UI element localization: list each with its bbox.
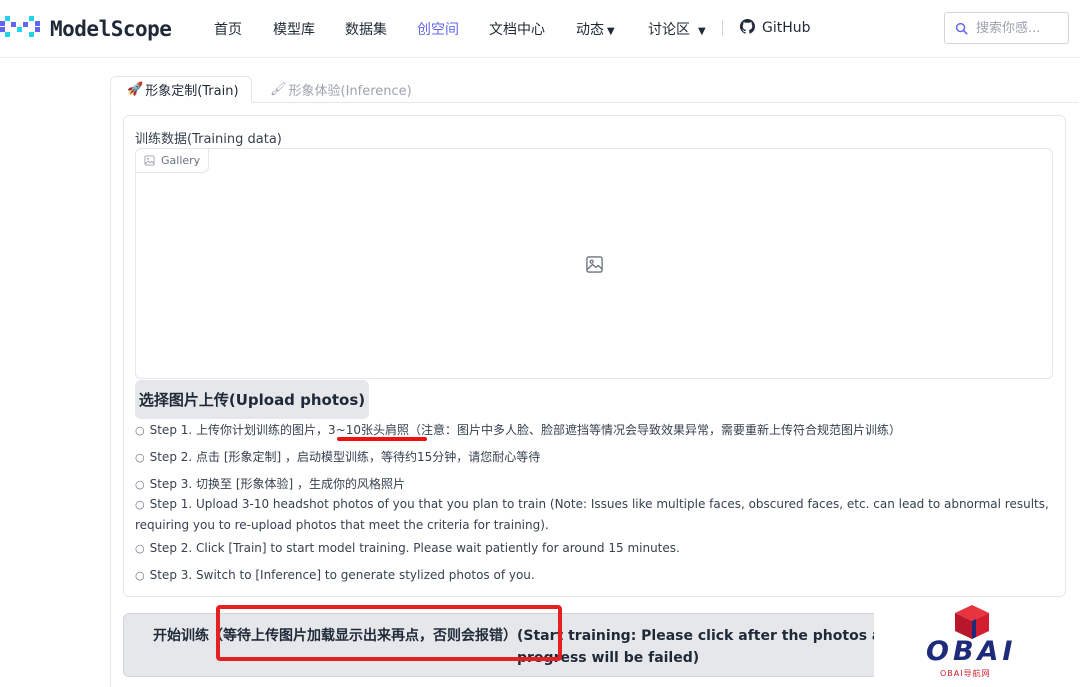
step-cn-1-after: （注意：图片中多人脸、脸部遮挡等情况会导致效果异常，需要重新上传符合规范图片训练… [408,423,901,437]
annotation-underline [337,437,427,441]
search-box[interactable] [944,12,1069,44]
paintbrush-icon: 🖌 [270,82,287,97]
step-cn-1: ○ Step 1. 上传你计划训练的图片，3~10张头肩照（注意：图片中多人脸、脸… [135,421,901,438]
search-icon [955,22,968,34]
step-en-1: ○ Step 1. Upload 3-10 headshot photos of … [135,494,1050,535]
step-cn-3-text: Step 3. 切换至 [形象体验] ，生成你的风格照片 [149,477,406,491]
brand-name: ModelScope [50,17,172,41]
search-input[interactable] [976,20,1066,36]
bullet-icon: ○ [135,569,145,582]
nav-activity[interactable]: 动态 ▼ [576,19,615,39]
tab-train-label: 形象定制(Train) [145,84,239,99]
nav-datasets[interactable]: 数据集 [345,19,387,39]
step-en-3: ○ Step 3. Switch to [Inference] to genera… [135,568,535,582]
step-en-2-text: Step 2. Click [Train] to start model tra… [149,541,680,555]
nav-github[interactable]: GitHub [740,19,811,36]
watermark-subtitle: OBAI导航网 [940,669,991,678]
caret-down-icon: ▼ [698,26,706,37]
tab-inference-label: 形象体验(Inference) [288,84,412,99]
annotation-box [216,605,562,661]
tabs-divider [110,102,1078,103]
bullet-icon: ○ [135,498,145,511]
step-cn-1-highlight: 3~10张头肩照 [328,423,409,437]
github-icon [740,19,755,34]
bullet-icon: ○ [135,542,145,555]
step-en-1-text: Step 1. Upload 3-10 headshot photos of y… [135,497,1049,532]
upload-photos-button[interactable]: 选择图片上传(Upload photos) [135,380,369,419]
start-training-suffix: (Start training: Please click after the … [517,628,898,644]
nav-home[interactable]: 首页 [214,19,242,39]
nav-community[interactable]: 讨论区 ▼ [648,19,706,39]
step-cn-3: ○ Step 3. 切换至 [形象体验] ，生成你的风格照片 [135,475,405,492]
gallery-label: Gallery [136,149,210,173]
caret-down-icon: ▼ [607,26,615,37]
nav-activity-label: 动态 [576,22,604,38]
tab-inference[interactable]: 🖌 形象体验(Inference) [270,76,412,103]
tab-train[interactable]: 🚀 形象定制(Train) [110,76,252,103]
gallery-label-text: Gallery [161,154,201,167]
bullet-icon: ○ [135,424,145,437]
bullet-icon: ○ [135,451,145,464]
image-placeholder-icon [586,256,603,273]
step-en-3-text: Step 3. Switch to [Inference] to generat… [149,568,535,582]
step-cn-2-text: Step 2. 点击 [形象定制] ，启动模型训练，等待约15分钟，请您耐心等待 [149,450,541,464]
top-nav: ModelScope 首页 模型库 数据集 创空间 文档中心 动态 ▼ 讨论区 ▼ … [0,0,1080,58]
nav-studios[interactable]: 创空间 [417,19,459,39]
start-training-prefix: 开始训练 [153,628,209,644]
nav-models[interactable]: 模型库 [273,19,315,39]
nav-divider [722,20,723,36]
step-en-2: ○ Step 2. Click [Train] to start model tr… [135,541,680,555]
content-left-border [110,102,111,687]
watermark-title: OBAI [926,636,1017,667]
modelscope-logo-icon [0,16,40,37]
image-icon [144,155,155,166]
rocket-icon: 🚀 [127,82,144,97]
nav-github-label: GitHub [762,20,811,36]
training-data-label: 训练数据(Training data) [135,132,282,147]
step-cn-1-before: Step 1. 上传你计划训练的图片， [149,423,329,437]
brand-logo[interactable]: ModelScope [0,14,172,44]
nav-docs[interactable]: 文档中心 [489,19,545,39]
bullet-icon: ○ [135,478,145,491]
nav-community-label: 讨论区 [648,22,690,38]
step-cn-2: ○ Step 2. 点击 [形象定制] ，启动模型训练，等待约15分钟，请您耐心等… [135,448,540,465]
